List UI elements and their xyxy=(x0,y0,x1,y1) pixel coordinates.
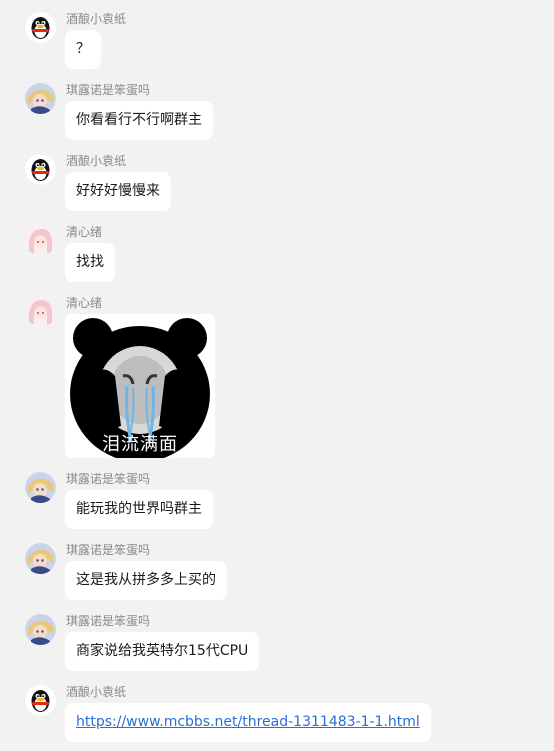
sender-name[interactable]: 酒酿小袁纸 xyxy=(66,12,126,26)
anime-avatar[interactable] xyxy=(25,83,56,114)
sender-name[interactable]: 琪露诺是笨蛋吗 xyxy=(66,472,150,486)
qq-penguin-avatar[interactable] xyxy=(25,154,56,185)
anime-avatar[interactable] xyxy=(25,225,56,256)
sender-name[interactable]: 琪露诺是笨蛋吗 xyxy=(66,543,150,557)
anime-avatar[interactable] xyxy=(25,472,56,503)
message-bubble[interactable]: 找找 xyxy=(65,243,115,282)
anime-avatar[interactable] xyxy=(25,614,56,645)
message-bubble[interactable]: 这是我从拼多多上买的 xyxy=(65,561,227,600)
message-bubble[interactable]: 能玩我的世界吗群主 xyxy=(65,490,213,529)
sticker-caption: 泪流满面 xyxy=(102,434,178,455)
sender-name[interactable]: 酒酿小袁纸 xyxy=(66,154,126,168)
message-bubble: https://www.mcbbs.net/thread-1311483-1-1… xyxy=(65,703,431,742)
message-bubble[interactable]: 商家说给我英特尔15代CPU xyxy=(65,632,260,671)
message-bubble[interactable]: 你看看行不行啊群主 xyxy=(65,101,213,140)
chat-message-list: 酒酿小袁纸 ？ 琪露诺是笨蛋吗 你看看行不行啊群主 酒酿小袁纸 好好好慢慢来 清… xyxy=(0,0,554,751)
message-bubble[interactable]: 好好好慢慢来 xyxy=(65,172,171,211)
sender-name[interactable]: 琪露诺是笨蛋吗 xyxy=(66,614,150,628)
anime-avatar[interactable] xyxy=(25,296,56,327)
sticker-image[interactable]: 泪流满面 xyxy=(65,314,215,458)
qq-penguin-avatar[interactable] xyxy=(25,12,56,43)
thread-link[interactable]: https://www.mcbbs.net/thread-1311483-1-1… xyxy=(76,714,420,730)
sender-name[interactable]: 琪露诺是笨蛋吗 xyxy=(66,83,150,97)
sender-name[interactable]: 清心绪 xyxy=(66,296,102,310)
sender-name[interactable]: 清心绪 xyxy=(66,225,102,239)
message-bubble[interactable]: ？ xyxy=(65,30,101,69)
anime-avatar[interactable] xyxy=(25,543,56,574)
sender-name[interactable]: 酒酿小袁纸 xyxy=(66,685,126,699)
qq-penguin-avatar[interactable] xyxy=(25,685,56,716)
